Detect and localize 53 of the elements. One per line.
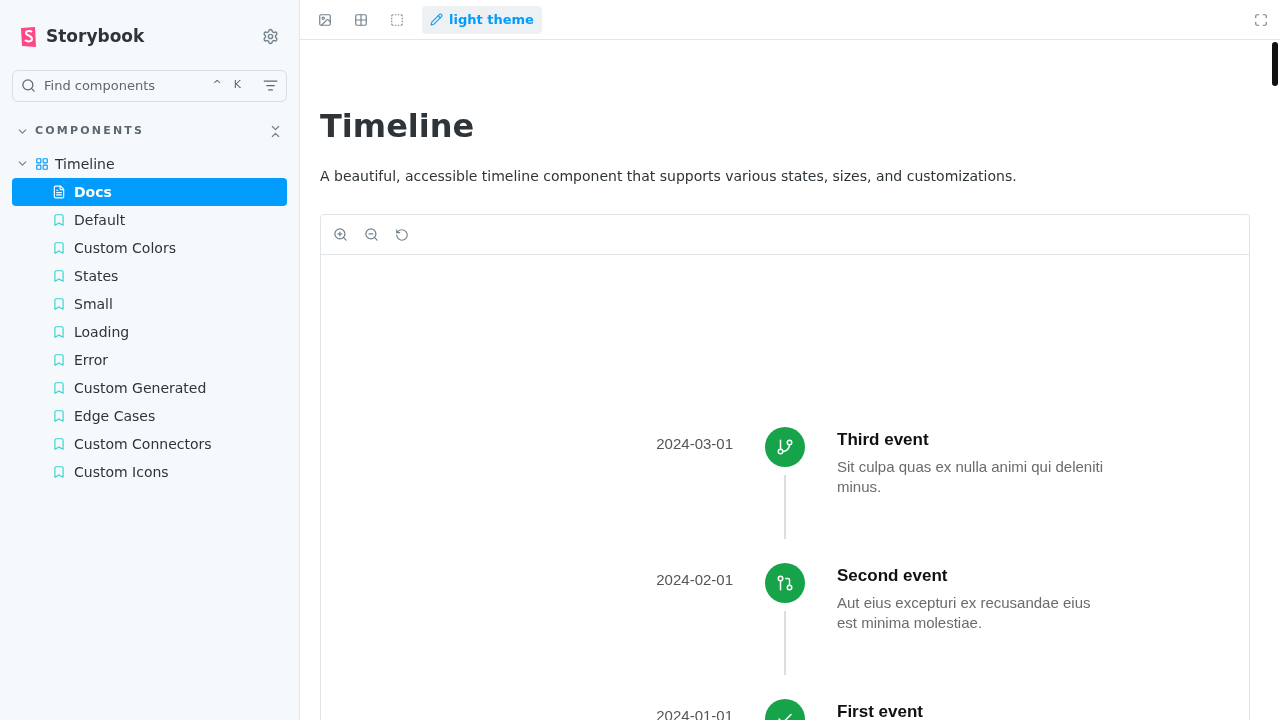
bookmark-icon [52, 408, 66, 423]
sidebar-item[interactable]: Edge Cases [12, 401, 287, 430]
event-date: 2024-02-01 [655, 570, 733, 590]
search-field[interactable]: Find components [44, 75, 203, 96]
sidebar-item[interactable]: Custom Icons [12, 457, 287, 486]
shortcut-key: K [233, 77, 241, 94]
sidebar-item[interactable]: Custom Connectors [12, 429, 287, 458]
sidebar-item[interactable]: States [12, 261, 287, 290]
dashed-square-icon[interactable] [390, 12, 404, 27]
filter-icon[interactable] [263, 78, 278, 93]
sidebar-item[interactable]: Loading [12, 317, 287, 346]
sidebar-item[interactable]: Custom Colors [12, 233, 287, 262]
event-description: Aut eius excepturi ex recusandae eius est minima molestiae. [837, 592, 1092, 633]
bookmark-icon [52, 212, 66, 227]
search-bar[interactable]: Find components ^ K [12, 69, 287, 102]
bookmark-icon [52, 352, 66, 367]
search-icon [21, 78, 36, 93]
component-icon [35, 156, 49, 171]
shortcut-key: ^ [212, 77, 222, 94]
docs-title: Timeline [320, 106, 476, 147]
event-date: 2024-03-01 [655, 434, 733, 454]
scrollbar-thumb[interactable] [1272, 42, 1278, 86]
event-title: First event [837, 701, 924, 720]
sidebar-item[interactable]: Small [12, 289, 287, 318]
event-title: Third event [837, 429, 930, 451]
bookmark-icon [52, 464, 66, 479]
brand-name: Storybook [46, 25, 145, 48]
document-icon [52, 184, 66, 199]
pencil-icon [430, 13, 443, 26]
docs-description: A beautiful, accessible timeline component that supports various states, sizes, and customizations. [320, 167, 1018, 186]
sidebar-item[interactable]: Custom Generated [12, 373, 287, 402]
branch-icon [776, 574, 794, 592]
logo-icon [20, 25, 38, 48]
bookmark-icon [52, 436, 66, 451]
section-label[interactable]: COMPONENTS [35, 123, 145, 140]
sidebar-item[interactable]: Error [12, 345, 287, 374]
bookmark-icon [52, 324, 66, 339]
grid-icon[interactable] [354, 12, 368, 27]
settings-icon[interactable] [262, 28, 279, 46]
bookmark-icon [52, 240, 66, 255]
reset-zoom-icon[interactable] [395, 227, 409, 242]
zoom-in-icon[interactable] [333, 227, 348, 242]
sidebar-item[interactable]: Default [12, 205, 287, 234]
event-description: Sit culpa quas ex nulla animi qui deleniti minus. [837, 456, 1104, 497]
fullscreen-icon[interactable] [1254, 12, 1268, 27]
bookmark-icon [52, 380, 66, 395]
branch-icon [776, 438, 794, 456]
bookmark-icon [52, 268, 66, 283]
sidebar-item[interactable]: Timeline [12, 149, 287, 178]
event-title: Second event [837, 565, 949, 587]
bookmark-icon [52, 296, 66, 311]
image-icon[interactable] [318, 12, 332, 27]
zoom-out-icon[interactable] [364, 227, 379, 242]
